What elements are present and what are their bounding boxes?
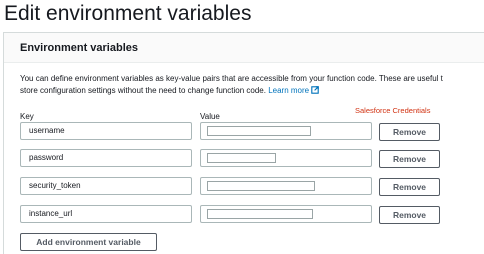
learn-more-label: Learn more (268, 86, 310, 95)
value-input-instance-url[interactable] (200, 205, 372, 223)
learn-more-link[interactable]: Learn more (268, 86, 319, 95)
key-input-security-token[interactable]: security_token (20, 177, 192, 195)
value-input-security-token[interactable] (200, 177, 372, 195)
remove-button-password[interactable]: Remove (379, 150, 440, 168)
remove-button-instance-url[interactable]: Remove (379, 206, 440, 224)
external-link-icon (311, 86, 319, 94)
key-input-password[interactable]: password (20, 149, 192, 167)
redacted-value (207, 181, 315, 191)
panel-title: Environment variables (20, 42, 138, 54)
add-environment-variable-button[interactable]: Add environment variable (20, 233, 157, 251)
value-input-username[interactable] (200, 122, 372, 140)
value-input-password[interactable] (200, 149, 372, 167)
redacted-value (207, 126, 311, 136)
salesforce-credentials-annotation: Salesforce Credentials (355, 106, 431, 115)
key-input-username[interactable]: username (20, 122, 192, 140)
description-line-2-text: store configuration settings without the… (20, 86, 266, 95)
page-title: Edit environment variables (4, 2, 252, 25)
environment-variables-panel: Environment variables You can define env… (3, 32, 484, 254)
remove-button-security-token[interactable]: Remove (379, 178, 440, 196)
panel-description: You can define environment variables as … (20, 73, 484, 97)
value-column-header: Value (200, 112, 220, 121)
description-line-1: You can define environment variables as … (20, 74, 443, 83)
description-line-2: store configuration settings without the… (20, 85, 484, 97)
redacted-value (207, 209, 313, 219)
key-input-instance-url[interactable]: instance_url (20, 205, 192, 223)
redacted-value (207, 153, 276, 163)
key-column-header: Key (20, 112, 34, 121)
panel-header: Environment variables (4, 33, 484, 63)
remove-button-username[interactable]: Remove (379, 123, 440, 141)
